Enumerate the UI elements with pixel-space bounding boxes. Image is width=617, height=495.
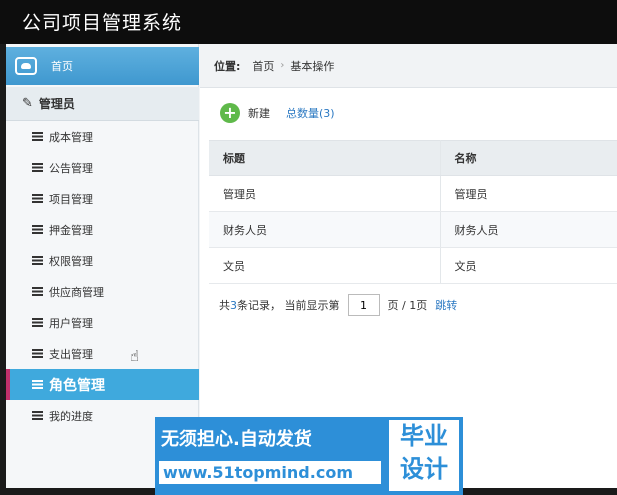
sidebar-item-label: 项目管理 — [49, 192, 93, 206]
pagination: 共 3 条记录， 当前显示第 页 / 1页 跳转 — [219, 294, 457, 316]
jump-link[interactable]: 跳转 — [435, 297, 457, 313]
list-icon — [32, 380, 43, 389]
new-button[interactable]: 新建 — [248, 105, 270, 121]
sidebar-menu: 成本管理 公告管理 项目管理 押金管理 权限管理 供应商管理 用户管理 支出管理… — [6, 121, 199, 431]
column-header-name[interactable]: 名称 — [440, 140, 617, 176]
list-icon — [32, 318, 43, 327]
sidebar-item-user[interactable]: 用户管理 — [6, 307, 199, 338]
record-count: 3 — [230, 298, 237, 312]
breadcrumb-current: 基本操作 — [290, 59, 335, 73]
sidebar-item-label: 押金管理 — [49, 223, 93, 237]
breadcrumb-prefix: 位置: — [214, 59, 241, 73]
sidebar-item-supplier[interactable]: 供应商管理 — [6, 276, 199, 307]
watermark-badge: 毕业 设计 — [389, 420, 459, 491]
list-icon — [32, 225, 43, 234]
sidebar-item-label: 我的进度 — [49, 409, 93, 423]
table-row[interactable]: 管理员 管理员 — [209, 175, 617, 212]
table-cell: 财务人员 — [440, 211, 617, 248]
page-info: 页 / 1页 — [387, 299, 428, 312]
hand-cursor-icon: ☝ — [130, 347, 140, 365]
watermark-url: www.51topmind.com — [159, 461, 381, 484]
add-icon[interactable]: + — [220, 103, 240, 123]
table-cell: 管理员 — [440, 175, 617, 212]
sidebar-item-label: 权限管理 — [49, 254, 93, 268]
sidebar-item-label: 公告管理 — [49, 161, 93, 175]
table-cell: 财务人员 — [209, 211, 441, 248]
breadcrumb-separator: › — [280, 60, 285, 71]
sidebar-group-admin[interactable]: ✎ 管理员 — [6, 87, 199, 121]
pager-prefix: 共 — [219, 299, 230, 312]
table-cell: 文员 — [440, 247, 617, 284]
table-header-row: 标题 名称 — [209, 140, 617, 176]
title-bar: 公司项目管理系统 — [0, 0, 617, 44]
sidebar-home[interactable]: 首页 — [6, 47, 199, 85]
cloud-icon — [15, 57, 37, 75]
list-icon — [32, 194, 43, 203]
sidebar-group-label: 管理员 — [38, 97, 75, 111]
list-icon — [32, 256, 43, 265]
sidebar-item-deposit[interactable]: 押金管理 — [6, 214, 199, 245]
sidebar-item-permission[interactable]: 权限管理 — [6, 245, 199, 276]
table-cell: 文员 — [209, 247, 441, 284]
watermark-banner: 无须担心.自动发货 www.51topmind.com 毕业 设计 — [155, 417, 463, 495]
list-icon — [32, 411, 43, 420]
pager-suffix: 条记录， 当前显示第 — [237, 299, 340, 312]
table-cell: 管理员 — [209, 175, 441, 212]
sidebar-item-cost[interactable]: 成本管理 — [6, 121, 199, 152]
list-icon — [32, 287, 43, 296]
sidebar-item-label: 供应商管理 — [49, 285, 104, 299]
table-row[interactable]: 财务人员 财务人员 — [209, 211, 617, 248]
page-number-input[interactable] — [347, 294, 380, 316]
total-count-link[interactable]: 总数量(3) — [286, 105, 335, 121]
app-title: 公司项目管理系统 — [22, 12, 183, 34]
table-row[interactable]: 文员 文员 — [209, 247, 617, 284]
watermark-slogan: 无须担心.自动发货 — [161, 429, 312, 450]
breadcrumb: 位置: 首页 › 基本操作 — [200, 44, 617, 88]
sidebar-home-label: 首页 — [51, 60, 73, 73]
sidebar-item-announcement[interactable]: 公告管理 — [6, 152, 199, 183]
list-icon — [32, 132, 43, 141]
list-icon — [32, 163, 43, 172]
sidebar-item-label: 成本管理 — [49, 130, 93, 144]
breadcrumb-home[interactable]: 首页 — [252, 58, 274, 74]
sidebar-item-label: 支出管理 — [49, 347, 93, 361]
edit-icon: ✎ — [22, 96, 33, 111]
data-table: 标题 名称 管理员 管理员 财务人员 财务人员 文员 文员 — [209, 140, 617, 284]
toolbar: + 新建 总数量(3) — [200, 88, 617, 138]
column-header-title[interactable]: 标题 — [209, 140, 441, 176]
list-icon — [32, 349, 43, 358]
sidebar-item-role[interactable]: 角色管理 — [6, 369, 199, 400]
sidebar-item-project[interactable]: 项目管理 — [6, 183, 199, 214]
sidebar-item-expense[interactable]: 支出管理 — [6, 338, 199, 369]
sidebar-item-label: 角色管理 — [49, 377, 105, 394]
sidebar-item-label: 用户管理 — [49, 316, 93, 330]
